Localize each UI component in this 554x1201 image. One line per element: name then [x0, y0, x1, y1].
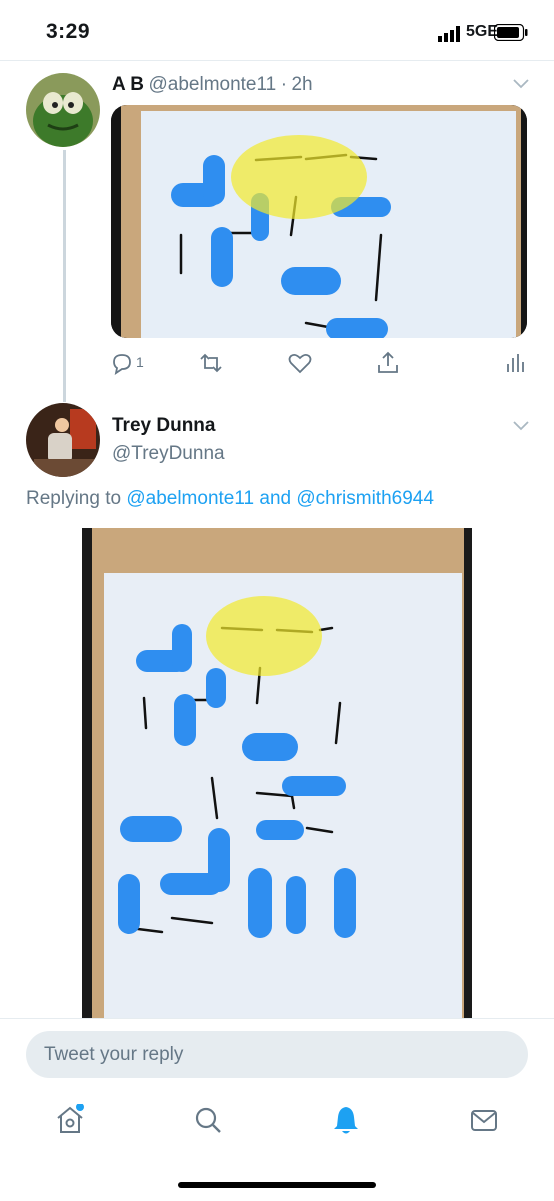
share-icon[interactable]: [375, 350, 401, 376]
replying-to-label: Replying to: [26, 488, 122, 509]
messages-icon: [471, 1110, 497, 1131]
tab-search[interactable]: [192, 1104, 226, 1138]
tweet-photo[interactable]: [111, 105, 527, 338]
tab-notifications[interactable]: [330, 1104, 364, 1138]
signal-icon: [438, 26, 460, 42]
tweet-header: A B @abelmonte11 · 2h: [112, 74, 313, 96]
tab-home[interactable]: [54, 1103, 88, 1138]
thread-connector-line: [63, 150, 66, 402]
retweet-icon[interactable]: [198, 350, 224, 376]
paper-game-photo: [111, 105, 527, 338]
tweet-age: 2h: [291, 74, 313, 95]
reply-input[interactable]: Tweet your reply: [26, 1031, 528, 1078]
avatar[interactable]: [26, 403, 100, 477]
avatar-image: [26, 403, 100, 477]
status-bar: 3:29 5GE: [0, 0, 554, 61]
avatar[interactable]: [26, 73, 100, 147]
tweet-author-name[interactable]: A B: [112, 74, 144, 95]
header-separator: ·: [280, 74, 288, 95]
home-indicator[interactable]: [178, 1182, 376, 1188]
mention-conjunction[interactable]: and: [259, 488, 291, 509]
tweet-author-handle[interactable]: @abelmonte11: [148, 74, 276, 95]
like-icon[interactable]: [287, 350, 313, 376]
paper-game-photo: [82, 528, 472, 1018]
notifications-icon: [334, 1107, 358, 1134]
home-icon: [57, 1103, 84, 1133]
battery-icon: [494, 24, 528, 41]
mention-link[interactable]: @chrismith6944: [296, 488, 434, 509]
chevron-down-icon[interactable]: [513, 421, 529, 431]
tab-messages[interactable]: [468, 1104, 502, 1138]
reply-count: 1: [136, 354, 144, 370]
status-time: 3:29: [46, 20, 91, 43]
replying-to-line: Replying to @abelmonte11 and @chrismith6…: [26, 488, 434, 510]
tweet-photo[interactable]: [82, 528, 472, 1018]
mention-link[interactable]: @abelmonte11: [126, 488, 254, 509]
tweet-author-handle[interactable]: @TreyDunna: [112, 443, 225, 465]
reply-icon: [113, 354, 131, 375]
analytics-icon[interactable]: [503, 350, 529, 376]
avatar-image: [26, 73, 100, 147]
chevron-down-icon[interactable]: [513, 79, 529, 89]
search-icon: [195, 1107, 221, 1133]
tweet-author-name[interactable]: Trey Dunna: [112, 415, 215, 437]
